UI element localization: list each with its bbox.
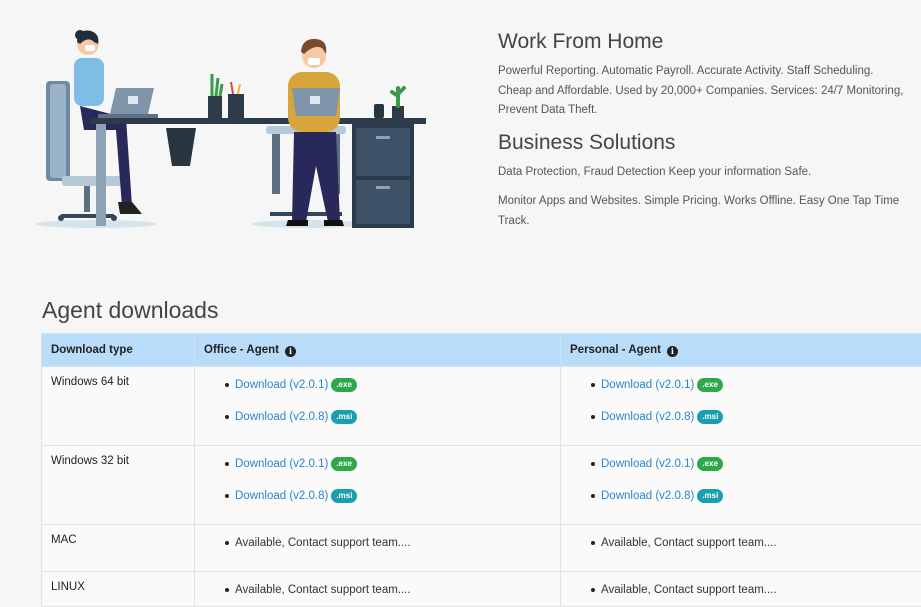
list-item: Download (v2.0.1).exe <box>601 378 921 392</box>
heading-business-solutions: Business Solutions <box>498 131 908 155</box>
personal-agent-cell: Available, Contact support team.... <box>561 572 921 607</box>
download-link[interactable]: Download (v2.0.1) <box>601 458 694 470</box>
download-type-cell: MAC <box>42 525 195 572</box>
business-solutions-description: Data Protection, Fraud Detection Keep yo… <box>498 163 908 183</box>
business-solutions-features: Monitor Apps and Websites. Simple Pricin… <box>498 192 908 231</box>
info-circle-icon[interactable]: i <box>285 346 296 357</box>
downloads-table: Download type Office - Agenti Personal -… <box>41 333 921 607</box>
personal-agent-cell: Download (v2.0.1).exe Download (v2.0.8).… <box>561 367 921 446</box>
personal-agent-cell: Available, Contact support team.... <box>561 525 921 572</box>
hero-text: Work From Home Powerful Reporting. Autom… <box>498 30 908 231</box>
table-row: Windows 32 bit Download (v2.0.1).exe Dow… <box>42 446 921 525</box>
office-agent-cell: Available, Contact support team.... <box>195 572 561 607</box>
download-link[interactable]: Download (v2.0.1) <box>235 458 328 470</box>
header-personal-agent: Personal - Agenti <box>561 334 921 367</box>
file-type-badge: .exe <box>331 457 357 471</box>
file-type-badge: .msi <box>331 489 357 503</box>
file-type-badge: .exe <box>331 378 357 392</box>
list-item: Download (v2.0.8).msi <box>235 489 551 503</box>
file-type-badge: .exe <box>697 457 723 471</box>
file-type-badge: .msi <box>697 410 723 424</box>
header-download-type: Download type <box>42 334 195 367</box>
download-type-cell: Windows 64 bit <box>42 367 195 446</box>
list-item: Download (v2.0.8).msi <box>601 489 921 503</box>
file-type-badge: .msi <box>697 489 723 503</box>
download-link[interactable]: Download (v2.0.8) <box>601 490 694 502</box>
download-link[interactable]: Download (v2.0.1) <box>235 379 328 391</box>
list-item: Download (v2.0.1).exe <box>235 457 551 471</box>
table-header-row: Download type Office - Agenti Personal -… <box>42 334 921 367</box>
personal-agent-cell: Download (v2.0.1).exe Download (v2.0.8).… <box>561 446 921 525</box>
list-item: Download (v2.0.1).exe <box>235 378 551 392</box>
work-from-home-illustration <box>36 26 436 236</box>
office-agent-cell: Download (v2.0.1).exe Download (v2.0.8).… <box>195 367 561 446</box>
list-item: Download (v2.0.8).msi <box>601 410 921 424</box>
availability-note: Available, Contact support team.... <box>601 536 921 550</box>
office-agent-cell: Available, Contact support team.... <box>195 525 561 572</box>
list-item: Download (v2.0.1).exe <box>601 457 921 471</box>
work-from-home-description: Powerful Reporting. Automatic Payroll. A… <box>498 62 908 121</box>
heading-work-from-home: Work From Home <box>498 30 908 54</box>
list-item: Download (v2.0.8).msi <box>235 410 551 424</box>
table-row: MAC Available, Contact support team.... … <box>42 525 921 572</box>
office-agent-cell: Download (v2.0.1).exe Download (v2.0.8).… <box>195 446 561 525</box>
table-row: LINUX Available, Contact support team...… <box>42 572 921 607</box>
info-circle-icon[interactable]: i <box>667 346 678 357</box>
agent-downloads-title: Agent downloads <box>42 297 218 324</box>
download-link[interactable]: Download (v2.0.8) <box>235 490 328 502</box>
download-type-cell: LINUX <box>42 572 195 607</box>
availability-note: Available, Contact support team.... <box>235 536 551 550</box>
file-type-badge: .msi <box>331 410 357 424</box>
file-type-badge: .exe <box>697 378 723 392</box>
download-link[interactable]: Download (v2.0.1) <box>601 379 694 391</box>
download-link[interactable]: Download (v2.0.8) <box>601 411 694 423</box>
availability-note: Available, Contact support team.... <box>601 583 921 597</box>
table-row: Windows 64 bit Download (v2.0.1).exe Dow… <box>42 367 921 446</box>
download-link[interactable]: Download (v2.0.8) <box>235 411 328 423</box>
availability-note: Available, Contact support team.... <box>235 583 551 597</box>
header-office-agent: Office - Agenti <box>195 334 561 367</box>
download-type-cell: Windows 32 bit <box>42 446 195 525</box>
